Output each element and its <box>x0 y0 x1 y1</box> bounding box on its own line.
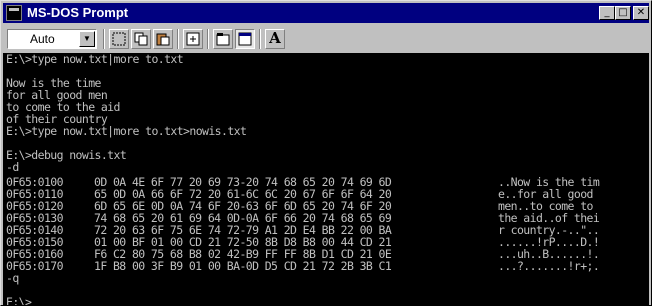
chevron-down-icon[interactable]: ▼ <box>79 31 95 47</box>
minimize-button[interactable]: _ <box>599 6 615 20</box>
mark-icon <box>112 32 126 46</box>
dump-ascii: ...?.......!r+;. <box>498 259 600 273</box>
toolbar-separator <box>259 29 261 49</box>
close-button[interactable]: ✕ <box>633 6 649 20</box>
full-screen-icon <box>186 32 200 46</box>
toolbar-separator <box>103 29 105 49</box>
console-line: -d <box>6 160 19 174</box>
paste-button[interactable] <box>153 29 173 49</box>
background-icon <box>238 32 252 46</box>
background-button[interactable] <box>235 29 255 49</box>
font-button[interactable]: A <box>265 29 285 49</box>
font-icon: A <box>269 29 281 47</box>
copy-icon <box>134 32 148 46</box>
copy-button[interactable] <box>131 29 151 49</box>
properties-icon <box>216 33 230 46</box>
maximize-button[interactable]: □ <box>615 6 631 20</box>
close-icon: ✕ <box>636 7 646 18</box>
minimize-icon: _ <box>604 7 610 18</box>
ms-dos-prompt-window: MS-DOS Prompt _ □ ✕ Auto ▼ A E:\>type no… <box>0 0 652 306</box>
title-bar[interactable]: MS-DOS Prompt _ □ ✕ <box>3 3 649 23</box>
full-screen-button[interactable] <box>183 29 203 49</box>
maximize-icon: □ <box>618 7 628 18</box>
window-title: MS-DOS Prompt <box>27 5 129 20</box>
console-line: E:\>type now.txt|more to.txt <box>6 53 184 66</box>
console-line: E:\>type now.txt|more to.txt>nowis.txt <box>6 124 247 138</box>
toolbar-separator <box>207 29 209 49</box>
console-lines-after: -q E:\> <box>3 272 38 305</box>
console-output[interactable]: E:\>type now.txt|more to.txt Now is the … <box>3 53 649 305</box>
console-line: E:\>debug nowis.txt <box>6 148 127 162</box>
mark-button[interactable] <box>109 29 129 49</box>
console-prompt: E:\> <box>6 295 32 305</box>
console-line: -q <box>6 271 19 285</box>
paste-icon <box>156 33 170 46</box>
ms-dos-icon[interactable] <box>6 5 22 21</box>
toolbar: Auto ▼ A <box>3 25 649 53</box>
font-size-select[interactable]: Auto ▼ <box>7 29 97 49</box>
toolbar-separator <box>177 29 179 49</box>
dump-hex: 1F B8 00 3F B9 01 00 BA-0D D5 CD 21 72 2… <box>94 259 392 273</box>
font-size-value: Auto <box>30 32 55 46</box>
properties-button[interactable] <box>213 29 233 49</box>
console-lines-before: E:\>type now.txt|more to.txt Now is the … <box>3 53 649 173</box>
